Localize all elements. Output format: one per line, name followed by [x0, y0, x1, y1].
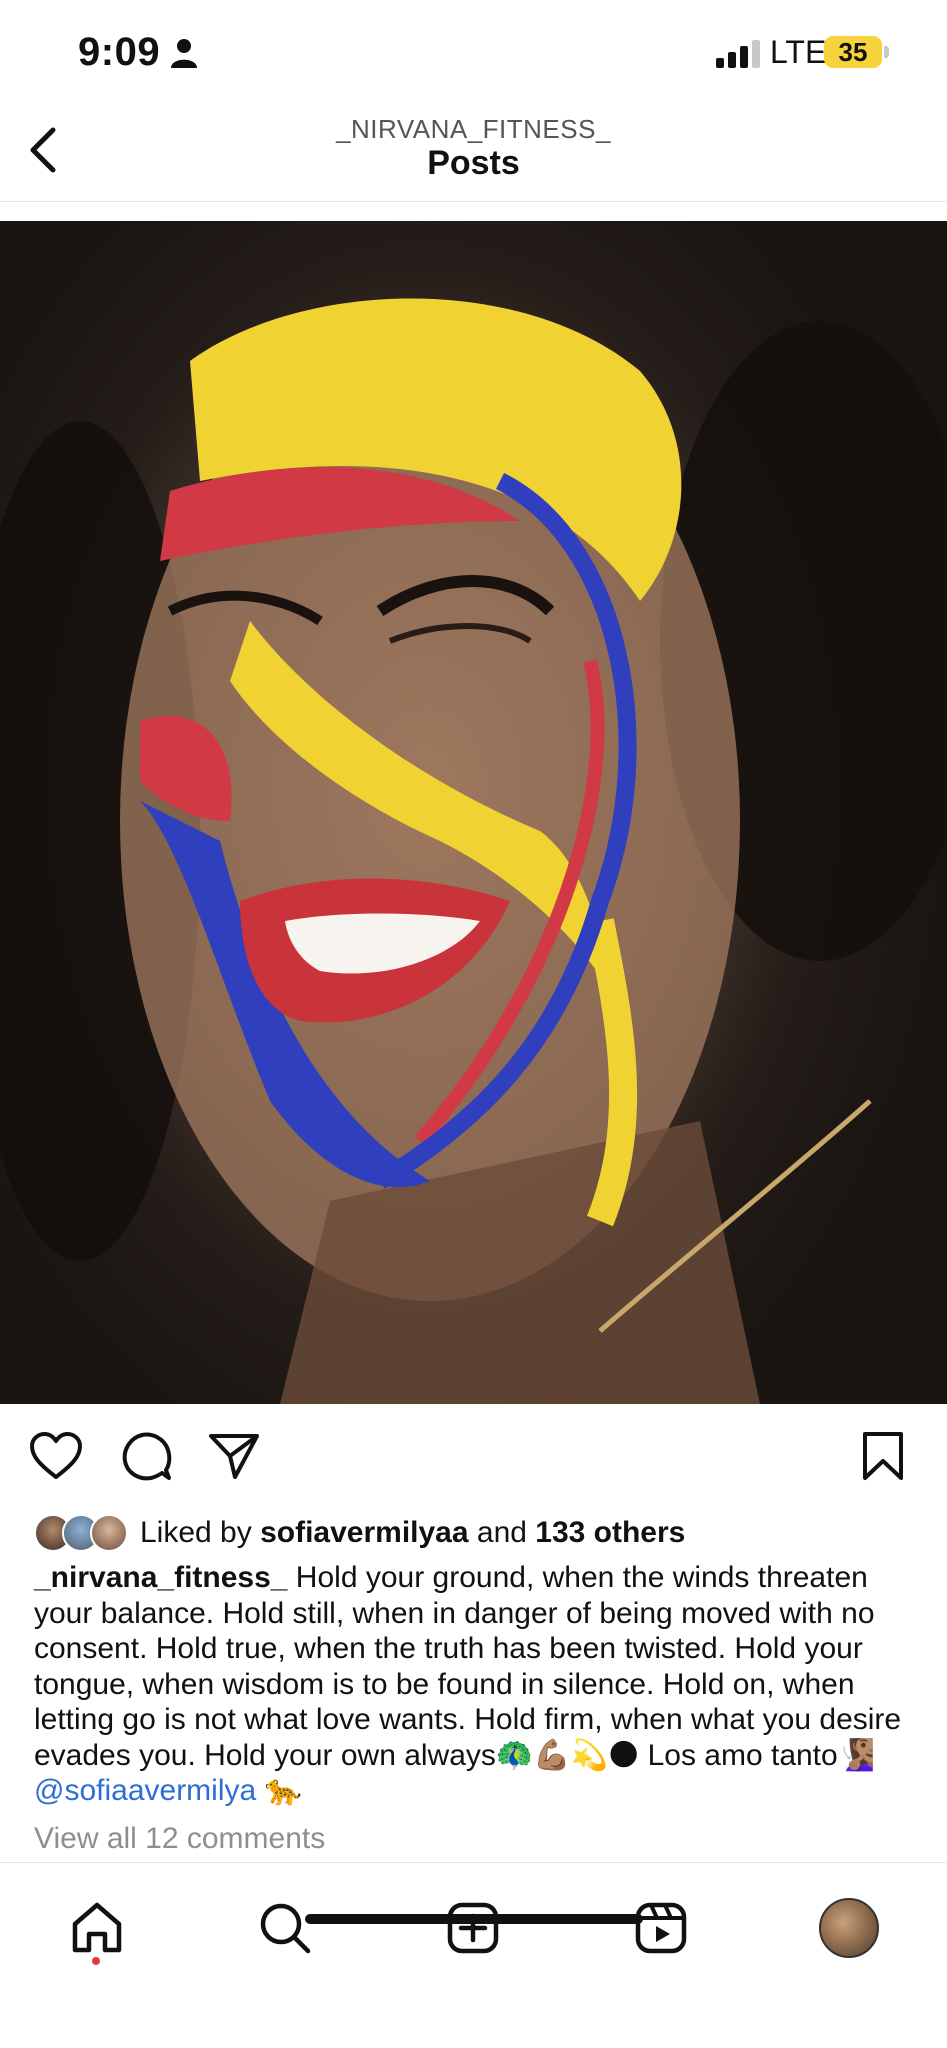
search-icon: [260, 1903, 311, 1954]
status-time: 9:09: [78, 30, 161, 74]
likes-text: Liked by sofiavermilyaa and 133 others: [140, 1516, 685, 1550]
battery-icon: 35: [824, 36, 882, 68]
person-icon: [171, 39, 197, 68]
heart-icon: [30, 1432, 82, 1479]
nav-create[interactable]: [438, 1893, 508, 1963]
status-bar: 9:09 LTE 35: [0, 0, 947, 100]
bookmark-button[interactable]: [855, 1428, 911, 1484]
carrier-label: LTE: [770, 34, 827, 70]
battery-cap: [884, 46, 889, 58]
posts-header: _NIRVANA_FITNESS_ Posts: [0, 100, 947, 202]
signal-icon: [716, 40, 760, 68]
header-username[interactable]: _NIRVANA_FITNESS_: [0, 114, 947, 145]
home-icon: [72, 1902, 122, 1953]
face-paint-illustration: [0, 298, 947, 1404]
comment-icon: [122, 1432, 172, 1481]
home-indicator: [305, 1914, 643, 1924]
liker-username[interactable]: sofiavermilyaa: [260, 1516, 468, 1549]
reels-icon: [635, 1902, 687, 1954]
nav-profile[interactable]: [814, 1893, 884, 1963]
comment-button[interactable]: [118, 1428, 174, 1484]
nav-reels[interactable]: [626, 1893, 696, 1963]
likes-prefix: Liked by: [140, 1516, 261, 1549]
bookmark-icon: [863, 1432, 903, 1480]
likes-others[interactable]: 133 others: [535, 1516, 685, 1549]
battery-level: 35: [838, 37, 868, 67]
page-title: Posts: [427, 144, 520, 182]
bottom-nav: [0, 1862, 947, 2048]
likes-row[interactable]: Liked by sofiavermilyaa and 133 others: [34, 1512, 934, 1556]
caption-username[interactable]: _nirvana_fitness_: [34, 1561, 287, 1594]
liker-avatars: [34, 1514, 134, 1554]
create-icon: [447, 1902, 499, 1954]
avatar: [90, 1514, 128, 1552]
post-actions: [0, 1404, 947, 1510]
like-button[interactable]: [28, 1428, 84, 1484]
view-comments-link[interactable]: View all 12 comments: [34, 1822, 325, 1856]
likes-middle: and: [468, 1516, 536, 1549]
notification-dot: [92, 1957, 100, 1965]
post-photo[interactable]: [0, 221, 947, 1404]
nav-home[interactable]: [62, 1893, 132, 1963]
caption-mention[interactable]: @sofiaavermilya: [34, 1774, 256, 1807]
post-caption: _nirvana_fitness_ Hold your ground, when…: [34, 1560, 914, 1809]
share-button[interactable]: [206, 1428, 262, 1484]
nav-search[interactable]: [250, 1893, 320, 1963]
share-icon: [209, 1434, 259, 1479]
profile-avatar: [819, 1898, 879, 1958]
caption-tail: 🐆: [256, 1774, 302, 1807]
